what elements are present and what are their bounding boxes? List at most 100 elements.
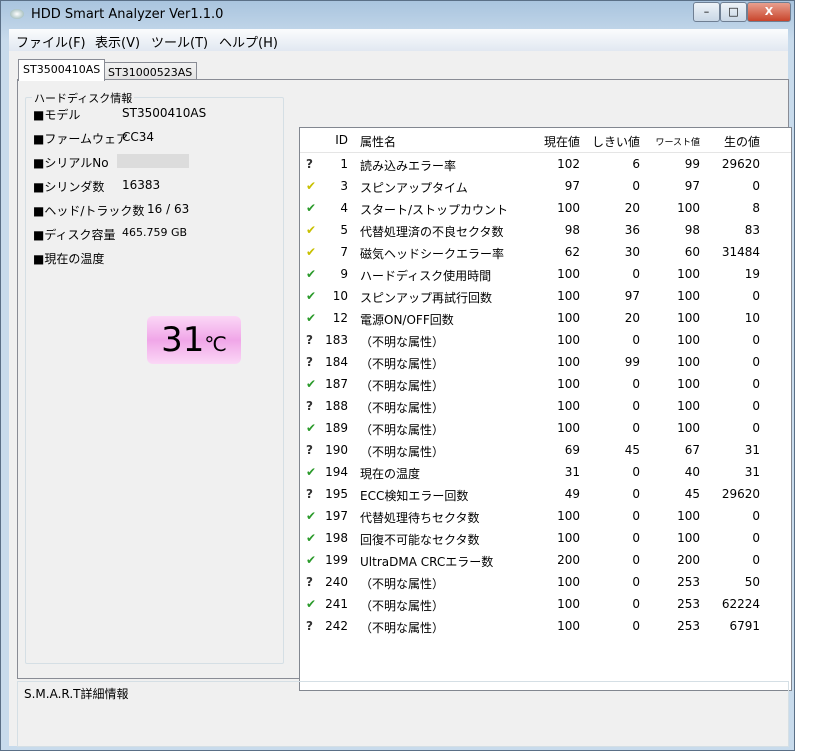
row-id: 242 — [325, 619, 348, 633]
table-row[interactable]: ✔ 5 代替処理済の不良セクタ数 98 36 98 83 — [300, 219, 791, 241]
table-row[interactable]: ? 190 （不明な属性） 69 45 67 31 — [300, 439, 791, 461]
row-threshold: 20 — [624, 311, 640, 325]
ok-check-icon: ✔ — [306, 289, 317, 303]
table-row[interactable]: ✔ 3 スピンアップタイム 97 0 97 0 — [300, 175, 791, 197]
row-name: （不明な属性） — [360, 577, 445, 591]
warning-check-icon: ✔ — [306, 223, 317, 237]
menu-help[interactable]: ヘルプ(H) — [219, 32, 278, 51]
row-current: 100 — [557, 377, 580, 391]
table-row[interactable]: ? 184 （不明な属性） 100 99 100 0 — [300, 351, 791, 373]
row-current: 49 — [564, 487, 580, 501]
row-current: 100 — [557, 201, 580, 215]
menu-view[interactable]: 表示(V) — [95, 32, 140, 51]
info-label: ■モデル — [33, 108, 81, 122]
row-threshold: 0 — [632, 553, 640, 567]
row-raw: 10 — [744, 311, 760, 325]
row-id: 7 — [340, 245, 348, 259]
row-current: 31 — [564, 465, 580, 479]
row-name: 電源ON/OFF回数 — [360, 313, 454, 327]
table-row[interactable]: ✔ 197 代替処理待ちセクタ数 100 0 100 0 — [300, 505, 791, 527]
table-row[interactable]: ? 188 （不明な属性） 100 0 100 0 — [300, 395, 791, 417]
row-worst: 67 — [684, 443, 700, 457]
row-threshold: 99 — [624, 355, 640, 369]
row-current: 100 — [557, 597, 580, 611]
info-value: 465.759 GB — [122, 226, 188, 239]
row-raw: 29620 — [721, 487, 760, 501]
row-threshold: 36 — [624, 223, 640, 237]
col-id[interactable]: ID — [335, 133, 348, 147]
table-row[interactable]: ✔ 199 UltraDMA CRCエラー数 200 0 200 0 — [300, 549, 791, 571]
row-threshold: 0 — [632, 597, 640, 611]
row-current: 100 — [557, 355, 580, 369]
row-worst: 99 — [684, 157, 700, 171]
row-worst: 40 — [684, 465, 700, 479]
row-threshold: 0 — [632, 487, 640, 501]
row-name: （不明な属性） — [360, 445, 445, 459]
row-worst: 253 — [677, 597, 700, 611]
row-id: 188 — [325, 399, 348, 413]
ok-check-icon: ✔ — [306, 267, 317, 281]
info-value — [117, 154, 189, 168]
menu-tools[interactable]: ツール(T) — [151, 32, 208, 51]
row-id: 197 — [325, 509, 348, 523]
row-id: 189 — [325, 421, 348, 435]
table-row[interactable]: ✔ 194 現在の温度 31 0 40 31 — [300, 461, 791, 483]
table-row[interactable]: ? 183 （不明な属性） 100 0 100 0 — [300, 329, 791, 351]
row-worst: 100 — [677, 333, 700, 347]
col-raw[interactable]: 生の値 — [724, 133, 760, 150]
row-worst: 100 — [677, 399, 700, 413]
table-row[interactable]: ✔ 7 磁気ヘッドシークエラー率 62 30 60 31484 — [300, 241, 791, 263]
table-row[interactable]: ✔ 9 ハードディスク使用時間 100 0 100 19 — [300, 263, 791, 285]
row-id: 240 — [325, 575, 348, 589]
row-name: ECC検知エラー回数 — [360, 489, 469, 503]
row-worst: 100 — [677, 509, 700, 523]
tab-st3500410as[interactable]: ST3500410AS — [18, 59, 106, 81]
question-icon: ? — [306, 157, 313, 171]
window-title: HDD Smart Analyzer Ver1.1.0 — [31, 7, 224, 22]
col-threshold[interactable]: しきい値 — [592, 133, 640, 150]
col-name[interactable]: 属性名 — [360, 133, 396, 150]
table-row[interactable]: ? 1 読み込みエラー率 102 6 99 29620 — [300, 153, 791, 175]
table-row[interactable]: ? 242 （不明な属性） 100 0 253 6791 — [300, 615, 791, 637]
row-id: 4 — [340, 201, 348, 215]
col-current[interactable]: 現在値 — [544, 133, 580, 150]
row-name: （不明な属性） — [360, 379, 445, 393]
row-id: 199 — [325, 553, 348, 567]
row-id: 194 — [325, 465, 348, 479]
row-threshold: 0 — [632, 399, 640, 413]
info-label: ■ディスク容量 — [33, 228, 116, 242]
row-raw: 0 — [752, 355, 760, 369]
row-threshold: 0 — [632, 377, 640, 391]
row-name: 代替処理待ちセクタ数 — [360, 511, 480, 525]
row-raw: 0 — [752, 421, 760, 435]
table-row[interactable]: ✔ 12 電源ON/OFF回数 100 20 100 10 — [300, 307, 791, 329]
close-button[interactable]: X — [747, 2, 791, 22]
row-threshold: 45 — [624, 443, 640, 457]
row-name: （不明な属性） — [360, 599, 445, 613]
question-icon: ? — [306, 355, 313, 369]
row-id: 10 — [332, 289, 348, 303]
col-worst[interactable]: ワースト値 — [655, 135, 700, 148]
row-name: 磁気ヘッドシークエラー率 — [360, 247, 505, 261]
table-row[interactable]: ? 195 ECC検知エラー回数 49 0 45 29620 — [300, 483, 791, 505]
table-row[interactable]: ✔ 10 スピンアップ再試行回数 100 97 100 0 — [300, 285, 791, 307]
table-row[interactable]: ✔ 198 回復不可能なセクタ数 100 0 100 0 — [300, 527, 791, 549]
minimize-button[interactable]: – — [693, 2, 720, 22]
table-row[interactable]: ? 240 （不明な属性） 100 0 253 50 — [300, 571, 791, 593]
table-row[interactable]: ✔ 187 （不明な属性） 100 0 100 0 — [300, 373, 791, 395]
row-name: スピンアップ再試行回数 — [360, 291, 493, 305]
row-id: 190 — [325, 443, 348, 457]
table-row[interactable]: ✔ 4 スタート/ストップカウント 100 20 100 8 — [300, 197, 791, 219]
row-current: 100 — [557, 575, 580, 589]
table-row[interactable]: ✔ 241 （不明な属性） 100 0 253 62224 — [300, 593, 791, 615]
maximize-button[interactable]: □ — [720, 2, 747, 22]
row-raw: 31 — [744, 465, 760, 479]
row-name: ハードディスク使用時間 — [360, 269, 492, 283]
row-id: 184 — [325, 355, 348, 369]
row-current: 100 — [557, 399, 580, 413]
smart-details-group: S.M.A.R.T詳細情報 — [17, 681, 789, 747]
menu-file[interactable]: ファイル(F) — [16, 32, 86, 51]
smart-attribute-table[interactable]: ID 属性名 現在値 しきい値 ワースト値 生の値 ? 1 読み込みエラー率 102 6… — [299, 127, 792, 691]
table-row[interactable]: ✔ 189 （不明な属性） 100 0 100 0 — [300, 417, 791, 439]
ok-check-icon: ✔ — [306, 597, 317, 611]
